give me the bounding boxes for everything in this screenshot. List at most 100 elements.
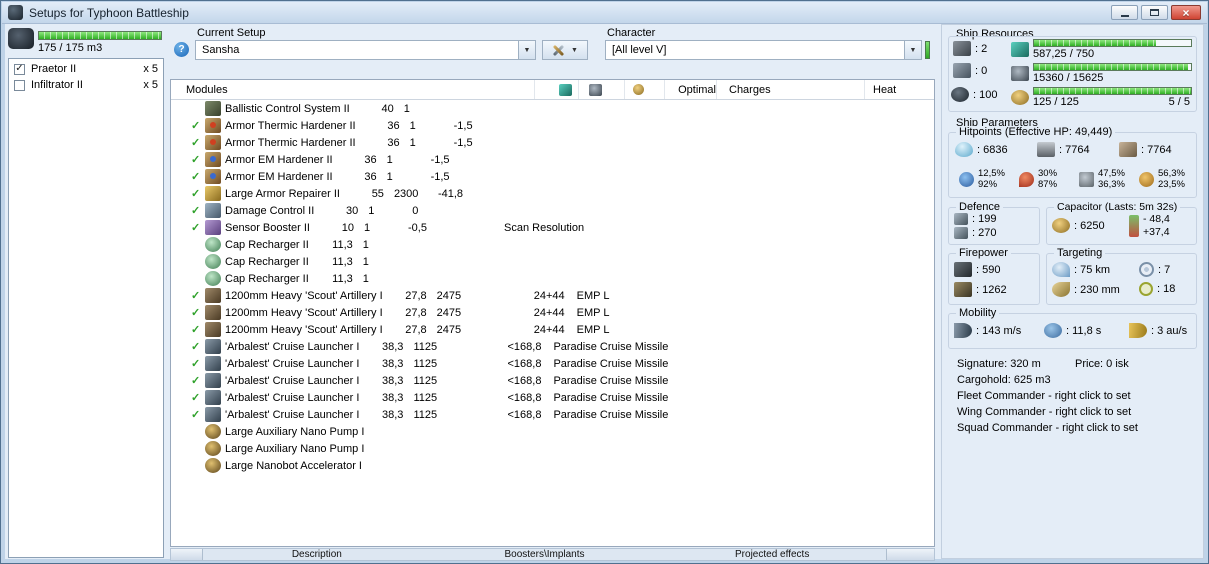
launcher-hardpoints: : 0	[953, 63, 987, 78]
module-row[interactable]: ✓ Cap Recharger II 11,3 1	[171, 253, 934, 270]
module-optimal-value: <168,8	[507, 357, 542, 370]
module-row[interactable]: ✓ Cap Recharger II 11,3 1	[171, 236, 934, 253]
module-row[interactable]: ✓ 'Arbalest' Cruise Launcher I 38,3 1125…	[171, 338, 934, 355]
module-name: Cap Recharger II	[225, 238, 309, 251]
minimize-button[interactable]	[1111, 5, 1138, 20]
powergrid-bar	[1033, 63, 1192, 71]
max-targets-value: : 7	[1158, 263, 1171, 276]
squad-commander-setter[interactable]: Squad Commander - right click to set	[957, 422, 1138, 434]
character-dropdown-arrow-icon[interactable]: ▼	[904, 41, 921, 59]
module-cap-value: -1,5	[430, 170, 450, 183]
module-row[interactable]: ✓ 'Arbalest' Cruise Launcher I 38,3 1125…	[171, 372, 934, 389]
module-cpu-value: 36	[387, 119, 400, 132]
module-powergrid-value: 1125	[413, 340, 438, 353]
hitpoints-caption: Hitpoints (Effective HP: 49,449)	[956, 126, 1116, 138]
armor-resist-value: 87%	[1038, 179, 1058, 190]
module-row[interactable]: ✓ Damage Control II 30 1 0	[171, 202, 934, 219]
drone-list-item[interactable]: ✓ Praetor II x 5	[9, 61, 163, 77]
module-powergrid-value: 1125	[413, 357, 438, 370]
fleet-commander-setter[interactable]: Fleet Commander - right click to set	[957, 390, 1131, 402]
module-row[interactable]: ✓ Cap Recharger II 11,3 1	[171, 270, 934, 287]
module-row[interactable]: ✓ 1200mm Heavy 'Scout' Artillery I 27,8 …	[171, 321, 934, 338]
character-combobox[interactable]: [All level V] ▼	[605, 40, 922, 60]
module-icon	[205, 356, 221, 371]
bottom-tab[interactable]: Boosters\Implants	[431, 549, 659, 560]
module-icon	[205, 441, 221, 456]
module-charges-value: Paradise Cruise Missile	[553, 391, 669, 404]
drone-list-item[interactable]: ✓ Infiltrator II x 5	[9, 77, 163, 93]
drone-checkbox[interactable]: ✓	[14, 63, 25, 75]
module-name: Sensor Booster II	[225, 221, 310, 234]
help-icon[interactable]: ?	[174, 42, 189, 57]
shield-resist-value: 47,5%	[1098, 168, 1125, 179]
module-row[interactable]: ✓ 'Arbalest' Cruise Launcher I 38,3 1125…	[171, 406, 934, 423]
module-row[interactable]: ✓ 'Arbalest' Cruise Launcher I 38,3 1125…	[171, 355, 934, 372]
bottom-tab[interactable]: Projected effects	[658, 549, 886, 560]
drone-bandwidth: : 100	[951, 87, 997, 102]
titlebar[interactable]: Setups for Typhoon Battleship ×	[2, 2, 1207, 24]
module-icon	[205, 254, 221, 269]
close-button[interactable]: ×	[1171, 5, 1201, 20]
tab-strip-right-button[interactable]	[886, 549, 935, 560]
optimal-column-header[interactable]: Optimal	[664, 80, 716, 99]
targeting-caption: Targeting	[1054, 247, 1106, 259]
shield-resist-value: 12,5%	[978, 168, 1005, 179]
module-powergrid-value: 2475	[436, 323, 462, 336]
app-window: Setups for Typhoon Battleship × 175 / 17…	[0, 0, 1209, 564]
charges-column-header[interactable]: Charges	[716, 80, 864, 99]
drone-checkbox[interactable]: ✓	[14, 79, 25, 91]
module-row[interactable]: ✓ Large Auxiliary Nano Pump I	[171, 423, 934, 440]
cpu-resource: 587,25 / 750	[1011, 39, 1192, 60]
module-row[interactable]: ✓ Armor Thermic Hardener II 36 1 -1,5	[171, 117, 934, 134]
module-row[interactable]: ✓ Armor Thermic Hardener II 36 1 -1,5	[171, 134, 934, 151]
module-icon	[205, 118, 221, 133]
hitpoints-box: Hitpoints (Effective HP: 49,449) : 6836 …	[948, 126, 1197, 198]
drone-quantity: x 5	[143, 63, 158, 75]
wing-commander-setter[interactable]: Wing Commander - right click to set	[957, 406, 1131, 418]
module-charges-value: Paradise Cruise Missile	[553, 408, 669, 421]
module-cpu-value: 38,3	[382, 408, 404, 421]
module-row[interactable]: ✓ Large Armor Repairer II 55 2300 -41,8	[171, 185, 934, 202]
setup-tools-button[interactable]: ▼	[542, 40, 588, 60]
module-powergrid-value: 1	[364, 221, 371, 234]
maximize-button[interactable]	[1141, 5, 1168, 20]
current-setup-combobox[interactable]: Sansha ▼	[195, 40, 536, 60]
heat-column-header[interactable]: Heat	[864, 80, 934, 99]
mobility-caption: Mobility	[956, 307, 1000, 319]
module-row[interactable]: ✓ Sensor Booster II 10 1 -0,5 Scan Resol…	[171, 219, 934, 236]
upgrade-resource: 125 / 125 5 / 5	[1011, 87, 1192, 108]
drone-bay-bar	[38, 31, 162, 40]
module-cap-value: -0,5	[408, 221, 427, 234]
powergrid-column-header[interactable]	[578, 80, 624, 99]
module-row[interactable]: ✓ 'Arbalest' Cruise Launcher I 38,3 1125…	[171, 389, 934, 406]
client-area: 175 / 175 m3 ✓ Praetor II x 5 ✓ Infiltra…	[5, 24, 1204, 561]
module-row[interactable]: ✓ Ballistic Control System II 40 1	[171, 100, 934, 117]
damage-type-icon	[959, 171, 974, 187]
defence-row-1: : 199	[954, 213, 996, 225]
module-row[interactable]: ✓ 1200mm Heavy 'Scout' Artillery I 27,8 …	[171, 287, 934, 304]
module-row[interactable]: ✓ 1200mm Heavy 'Scout' Artillery I 27,8 …	[171, 304, 934, 321]
current-setup-dropdown-arrow-icon[interactable]: ▼	[518, 41, 535, 59]
bottom-tab[interactable]: Description	[203, 549, 431, 560]
tab-strip-left-button[interactable]	[171, 549, 203, 560]
module-row[interactable]: ✓ Large Auxiliary Nano Pump I	[171, 440, 934, 457]
powergrid-bar-fill	[1034, 64, 1188, 70]
modules-column-header[interactable]: Modules	[171, 80, 534, 99]
cpu-column-header[interactable]	[534, 80, 578, 99]
powergrid-usage-text: 15360 / 15625	[1033, 72, 1104, 84]
hull-hp-value: : 7764	[1141, 143, 1172, 156]
capacitor-drain-value: - 48,4	[1143, 213, 1170, 225]
module-row[interactable]: ✓ Large Nanobot Accelerator I	[171, 457, 934, 474]
modules-table-header[interactable]: Modules Optimal Charges Heat	[171, 80, 934, 100]
capacitor-column-header[interactable]	[624, 80, 664, 99]
module-icon	[205, 373, 221, 388]
shield-hp-value: : 6836	[977, 143, 1008, 156]
character-value: [All level V]	[612, 44, 667, 56]
module-row[interactable]: ✓ Armor EM Hardener II 36 1 -1,5	[171, 151, 934, 168]
module-cap-value: -1,5	[430, 153, 450, 166]
setup-panel: Current Setup ? Sansha ▼ ▼ Character [Al…	[170, 24, 936, 561]
module-row[interactable]: ✓ Armor EM Hardener II 36 1 -1,5	[171, 168, 934, 185]
module-active-check-icon: ✓	[191, 171, 201, 183]
module-powergrid-value: 2300	[393, 187, 419, 200]
signature-line: Signature: 320 m Price: 0 isk	[957, 358, 1129, 370]
